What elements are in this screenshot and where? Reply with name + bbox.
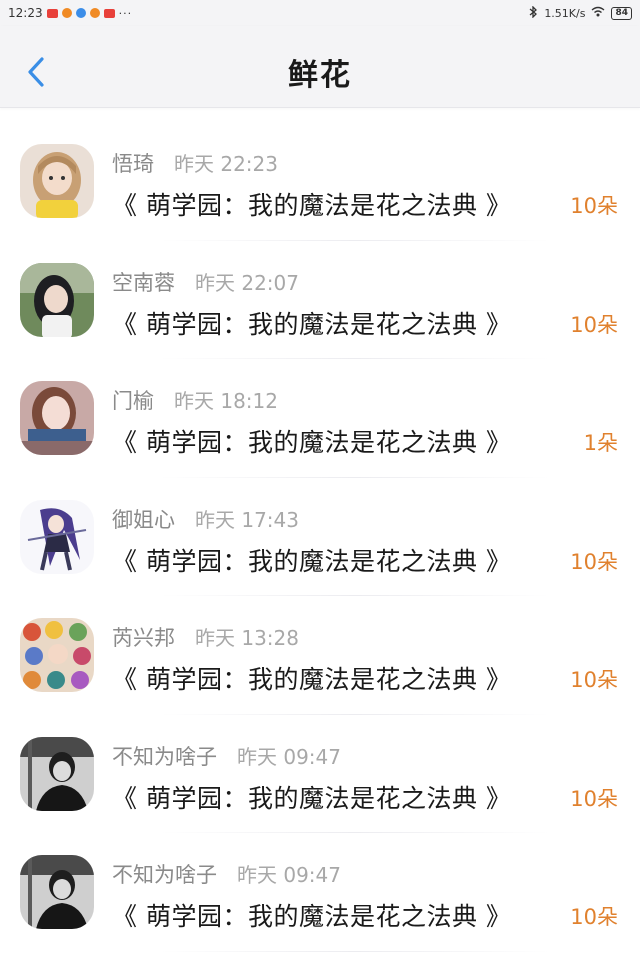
- timestamp: 昨天 09:47: [237, 744, 341, 769]
- book-title[interactable]: 《 萌学园：我的魔法是花之法典 》: [112, 423, 511, 459]
- flower-count: 10朵: [570, 194, 618, 218]
- bluetooth-icon: [529, 4, 538, 21]
- list-item[interactable]: 空南蓉 昨天 22:07 《 萌学园：我的魔法是花之法典 》 10朵: [0, 241, 640, 360]
- timestamp: 昨天 09:47: [237, 863, 341, 887]
- list-item[interactable]: 御姐心 昨天 17:43 《 萌学园：我的魔法是花之法典 》 10朵: [0, 478, 640, 597]
- status-left: 12:23 ···: [8, 6, 132, 20]
- girl-blonde-avatar[interactable]: [20, 144, 94, 218]
- flower-count: 10朵: [570, 786, 618, 811]
- user-line: 不知为啥子 昨天 09:47: [112, 859, 341, 889]
- network-speed: 1.51K/s: [544, 6, 586, 20]
- bw-boy-avatar[interactable]: [20, 736, 94, 811]
- user-line: 门榆 昨天 18:12: [112, 385, 278, 415]
- timestamp: 昨天 22:07: [195, 270, 299, 295]
- status-time: 12:23: [8, 6, 43, 20]
- user-name[interactable]: 芮兴邦: [112, 622, 175, 652]
- app-notification-icon: [46, 8, 58, 18]
- timestamp: 昨天 13:28: [195, 626, 299, 650]
- flower-count: 10朵: [570, 905, 618, 929]
- flower-count: 10朵: [570, 668, 618, 692]
- book-title[interactable]: 《 萌学园：我的魔法是花之法典 》: [112, 542, 511, 578]
- anime-collage-avatar[interactable]: [20, 618, 94, 692]
- user-name[interactable]: 门榆: [112, 385, 154, 415]
- list-item[interactable]: 不知为啥子 昨天 09:47 《 萌学园：我的魔法是花之法典 》 10朵: [0, 715, 640, 834]
- user-name[interactable]: 不知为啥子: [112, 859, 217, 889]
- weibo-notification-icon: [61, 8, 72, 18]
- user-name[interactable]: 空南蓉: [112, 267, 175, 297]
- timestamp: 昨天 18:12: [174, 389, 278, 413]
- girl-dark-hair-avatar[interactable]: [20, 262, 94, 337]
- book-title[interactable]: 《 萌学园：我的魔法是花之法典 》: [112, 660, 511, 696]
- screen: 12:23 ··· 1.51K/s 84 鲜花 悟琦 昨天 22:23 《 萌学…: [0, 0, 640, 974]
- list-item[interactable]: 悟琦 昨天 22:23 《 萌学园：我的魔法是花之法典 》 10朵: [0, 122, 640, 241]
- status-bar: 12:23 ··· 1.51K/s 84: [0, 0, 640, 26]
- weibo-notification-icon: [89, 8, 100, 18]
- user-line: 空南蓉 昨天 22:07: [112, 267, 299, 297]
- flower-count: 1朵: [583, 431, 618, 455]
- user-line: 御姐心 昨天 17:43: [112, 504, 299, 534]
- user-line: 芮兴邦 昨天 13:28: [112, 622, 299, 652]
- user-name[interactable]: 不知为啥子: [112, 741, 217, 771]
- list-item[interactable]: 门榆 昨天 18:12 《 萌学园：我的魔法是花之法典 》 1朵: [0, 359, 640, 478]
- book-title[interactable]: 《 萌学园：我的魔法是花之法典 》: [112, 779, 511, 815]
- user-name[interactable]: 御姐心: [112, 504, 175, 534]
- status-right: 1.51K/s 84: [529, 4, 632, 21]
- cloud-notification-icon: [75, 8, 86, 18]
- user-line: 悟琦 昨天 22:23: [112, 148, 278, 178]
- list-item[interactable]: 芮兴邦 昨天 13:28 《 萌学园：我的魔法是花之法典 》 10朵: [0, 596, 640, 715]
- battery-icon: 84: [611, 6, 632, 20]
- timestamp: 昨天 17:43: [195, 507, 299, 532]
- timestamp: 昨天 22:23: [174, 152, 278, 176]
- book-title[interactable]: 《 萌学园：我的魔法是花之法典 》: [112, 897, 511, 933]
- user-name[interactable]: 悟琦: [112, 148, 154, 178]
- header: 鲜花: [0, 26, 640, 108]
- flower-list: 悟琦 昨天 22:23 《 萌学园：我的魔法是花之法典 》 10朵 空南蓉 昨天…: [0, 122, 640, 952]
- book-title[interactable]: 《 萌学园：我的魔法是花之法典 》: [112, 186, 511, 222]
- anime-girl-avatar[interactable]: [20, 499, 94, 574]
- app-notification-icon: [103, 8, 115, 18]
- wifi-icon: [591, 6, 605, 20]
- more-notifications-icon: ···: [118, 6, 133, 20]
- bw-boy-avatar[interactable]: [20, 855, 94, 929]
- page-title: 鲜花: [288, 58, 352, 93]
- book-title[interactable]: 《 萌学园：我的魔法是花之法典 》: [112, 305, 511, 341]
- flower-count: 10朵: [570, 549, 618, 574]
- user-line: 不知为啥子 昨天 09:47: [112, 741, 341, 771]
- girl-portrait-avatar[interactable]: [20, 381, 94, 455]
- flower-count: 10朵: [570, 312, 618, 337]
- list-item[interactable]: 不知为啥子 昨天 09:47 《 萌学园：我的魔法是花之法典 》 10朵: [0, 833, 640, 952]
